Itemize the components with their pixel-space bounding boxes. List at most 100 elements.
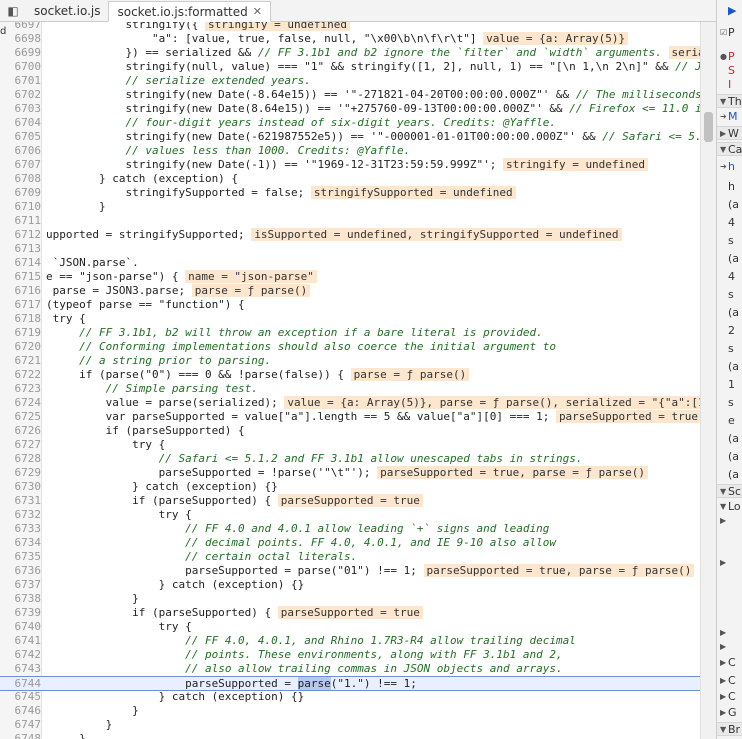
code-line[interactable]: 6736 parseSupported = parse("01") !== 1;… <box>0 564 700 578</box>
line-number[interactable]: 6743 <box>0 662 42 676</box>
current-execution-line[interactable]: 6744 parseSupported = parse("1.") !== 1; <box>0 676 700 691</box>
line-number[interactable]: 6717 <box>0 298 42 312</box>
code-line[interactable]: 6705 stringify(new Date(-621987552e5)) =… <box>0 130 701 144</box>
sidebar-section-header[interactable]: ▶ W <box>717 126 742 140</box>
sidebar-item[interactable]: ▶ G <box>717 706 742 720</box>
sidebar-item[interactable]: ▶ C <box>717 674 742 688</box>
code-line[interactable]: 6697 stringify({ stringify = undefined <box>0 22 700 32</box>
line-number[interactable]: 6702 <box>0 88 42 102</box>
line-number[interactable]: 6703 <box>0 102 42 116</box>
sidebar-item[interactable]: ▶ <box>717 4 742 18</box>
expand-arrow-icon[interactable]: ▼ <box>720 500 726 514</box>
line-number[interactable]: 6713 <box>0 242 42 256</box>
line-number[interactable]: 6731 <box>0 494 42 508</box>
sidebar-item[interactable]: ● P <box>717 50 742 64</box>
code-line[interactable]: 6710 } <box>0 200 700 214</box>
code-line[interactable]: 6738 } <box>0 592 700 606</box>
code-line[interactable]: 6748 } <box>0 732 700 739</box>
sidebar-item[interactable]: (a <box>717 306 742 320</box>
expand-arrow-icon[interactable]: ▼ <box>720 723 726 737</box>
expand-arrow-icon[interactable]: ▶ <box>720 556 726 570</box>
line-number[interactable]: 6707 <box>0 158 42 172</box>
expand-arrow-icon[interactable]: ▶ <box>720 674 726 688</box>
code-line[interactable]: 6742 // points. These environments, alon… <box>0 648 700 662</box>
code-line[interactable]: 6741 // FF 4.0, 4.0.1, and Rhino 1.7R3-R… <box>0 634 700 648</box>
line-number[interactable]: 6744 <box>0 677 42 691</box>
code-line[interactable]: 6725 var parseSupported = value["a"].len… <box>0 410 700 424</box>
scrollbar-thumb[interactable] <box>704 112 713 142</box>
line-number[interactable]: 6729 <box>0 466 42 480</box>
code-line[interactable]: 6724 value = parse(serialized); value = … <box>0 396 700 410</box>
line-number[interactable]: 6723 <box>0 382 42 396</box>
code-line[interactable]: 6707 stringify(new Date(-1)) == '"1969-1… <box>0 158 700 172</box>
code-line[interactable]: 6734 // decimal points. FF 4.0, 4.0.1, a… <box>0 536 700 550</box>
line-number[interactable]: 6727 <box>0 438 42 452</box>
code-line[interactable]: 6716 parse = JSON3.parse; parse = ƒ pars… <box>0 284 700 298</box>
code-line[interactable]: 6740 try { <box>0 620 700 634</box>
sidebar-item[interactable]: ▶ C <box>717 656 742 670</box>
code-line[interactable]: 6704 // four-digit years instead of six-… <box>0 116 700 130</box>
sidebar-item[interactable]: ☑ P <box>717 26 742 40</box>
line-number[interactable]: 6733 <box>0 522 42 536</box>
expand-arrow-icon[interactable]: ▶ <box>720 656 726 670</box>
expand-arrow-icon[interactable]: ▶ <box>720 626 726 640</box>
code-line[interactable]: 6746 } <box>0 704 700 718</box>
line-number[interactable]: 6711 <box>0 214 42 228</box>
line-number[interactable]: 6732 <box>0 508 42 522</box>
sidebar-section-header[interactable]: ▼ Th <box>717 94 742 108</box>
code-line[interactable]: 6735 // certain octal literals. <box>0 550 700 564</box>
tab-socket-io-js-formatted[interactable]: socket.io.js:formatted ✕ <box>108 1 271 22</box>
sidebar-item[interactable]: h <box>717 180 742 194</box>
sidebar-section-header[interactable]: ▼ Ca <box>717 142 742 156</box>
line-number[interactable]: 6720 <box>0 340 42 354</box>
line-number[interactable]: 6739 <box>0 606 42 620</box>
code-line[interactable]: 6747 } <box>0 718 700 732</box>
sidebar-item[interactable]: s <box>717 288 742 302</box>
code-line[interactable]: 6726 if (parseSupported) { <box>0 424 700 438</box>
code-line[interactable]: 6712 upported = stringifySupported; isSup… <box>0 228 700 242</box>
code-line[interactable]: 6723 // Simple parsing test. <box>0 382 700 396</box>
expand-arrow-icon[interactable]: ▼ <box>720 485 726 499</box>
sidebar-item[interactable]: ▶ <box>717 556 742 570</box>
code-line[interactable]: 6737 } catch (exception) {} <box>0 578 700 592</box>
code-line[interactable]: 6701 // serialize extended years. <box>0 74 700 88</box>
line-number[interactable]: 6710 <box>0 200 42 214</box>
sidebar-item[interactable]: I <box>717 78 742 92</box>
line-number[interactable]: 6746 <box>0 704 42 718</box>
sidebar-item[interactable]: (a <box>717 252 742 266</box>
line-number[interactable]: 6734 <box>0 536 42 550</box>
line-number[interactable]: 6738 <box>0 592 42 606</box>
toggle-navigator-icon[interactable]: ◧ <box>0 0 26 21</box>
code-line[interactable]: 6718 try { <box>0 312 700 326</box>
code-line[interactable]: 6728 // Safari <= 5.1.2 and FF 3.1b1 all… <box>0 452 700 466</box>
line-number[interactable]: 6726 <box>0 424 42 438</box>
expand-arrow-icon[interactable]: ▶ <box>720 690 726 704</box>
code-line[interactable]: 6708 } catch (exception) { <box>0 172 700 186</box>
line-number[interactable]: 6712 <box>0 228 42 242</box>
line-number[interactable]: 6742 <box>0 648 42 662</box>
sidebar-item[interactable]: ▶ <box>717 514 742 528</box>
code-line[interactable]: 6719 // FF 3.1b1, b2 will throw an excep… <box>0 326 700 340</box>
sidebar-item[interactable]: s <box>717 396 742 410</box>
editor-scrollbar[interactable] <box>700 22 716 739</box>
line-number[interactable]: 6736 <box>0 564 42 578</box>
line-number[interactable]: 6715 <box>0 270 42 284</box>
code-line[interactable]: 6699 }) == serialized && // FF 3.1b1 and… <box>0 46 700 60</box>
line-number[interactable]: 6735 <box>0 550 42 564</box>
tab-socket-io-js[interactable]: socket.io.js <box>26 0 108 21</box>
expand-arrow-icon[interactable]: ▼ <box>720 95 726 109</box>
expand-arrow-icon[interactable]: ▶ <box>720 706 726 720</box>
line-number[interactable]: 6737 <box>0 578 42 592</box>
code-line[interactable]: 6720 // Conforming implementations shoul… <box>0 340 700 354</box>
sidebar-item[interactable]: ▶ <box>717 640 742 654</box>
code-line[interactable]: 6700 stringify(null, value) === "1" && s… <box>0 60 701 74</box>
expand-arrow-icon[interactable]: ▼ <box>720 143 726 157</box>
code-line[interactable]: 6743 // also allow trailing commas in JS… <box>0 662 700 676</box>
code-line[interactable]: 6709 stringifySupported = false; stringi… <box>0 186 700 200</box>
expand-arrow-icon[interactable]: ➔ <box>720 110 727 124</box>
line-number[interactable]: 6716 <box>0 284 42 298</box>
sidebar-item[interactable]: ➔ h <box>717 160 742 174</box>
line-number[interactable]: 6722 <box>0 368 42 382</box>
line-number[interactable]: 6728 <box>0 452 42 466</box>
code-line[interactable]: 6717 (typeof parse == "function") { <box>0 298 700 312</box>
